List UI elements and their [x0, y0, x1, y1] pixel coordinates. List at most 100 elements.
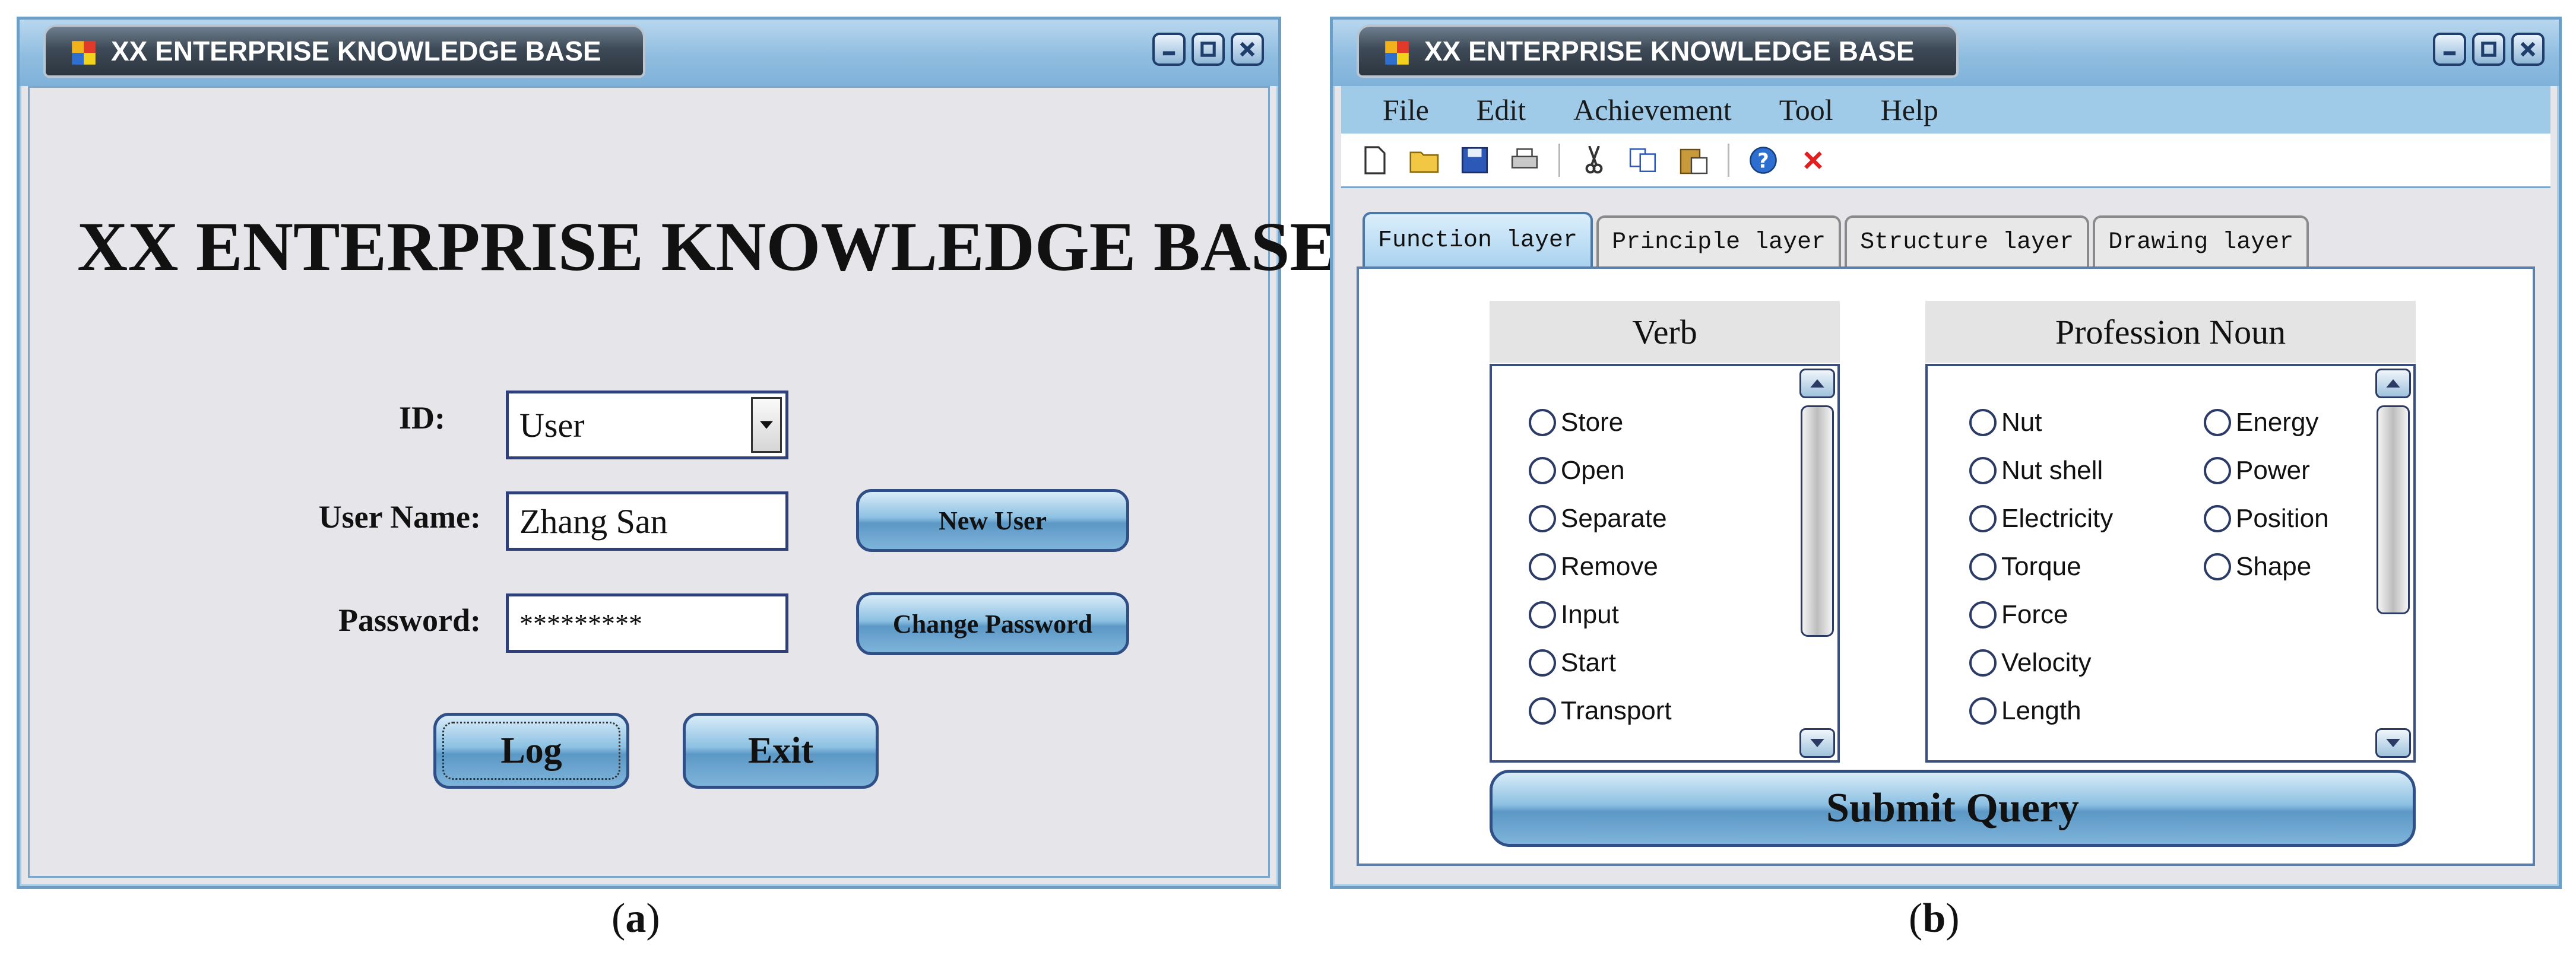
menu-file[interactable]: File	[1341, 93, 1453, 127]
radio-button[interactable]	[1969, 553, 1997, 580]
tab-drawing-layer[interactable]: Drawing layer	[2093, 215, 2309, 266]
toolbar-separator	[1728, 143, 1729, 177]
verb-option-remove[interactable]: Remove	[1529, 552, 1658, 582]
chevron-down-icon	[760, 421, 773, 429]
radio-button[interactable]	[2204, 457, 2231, 484]
radio-button[interactable]	[1529, 553, 1556, 580]
maximize-button[interactable]	[1192, 33, 1225, 66]
close-button[interactable]	[1231, 33, 1264, 66]
verb-scrollbar[interactable]	[1799, 369, 1835, 758]
window-title: XX ENTERPRISE KNOWLEDGE BASE	[111, 36, 601, 66]
id-select-value: User	[519, 405, 585, 445]
noun-option-position[interactable]: Position	[2204, 504, 2329, 534]
tab-function-layer[interactable]: Function layer	[1363, 212, 1593, 266]
help-icon[interactable]: ?	[1747, 144, 1779, 176]
scroll-up-button[interactable]	[2375, 369, 2411, 398]
paste-icon[interactable]	[1678, 144, 1710, 176]
toolbar-separator	[1558, 143, 1560, 177]
maximize-button[interactable]	[2472, 33, 2505, 66]
menu-help[interactable]: Help	[1857, 93, 1962, 127]
noun-option-electricity[interactable]: Electricity	[1969, 504, 2113, 534]
verb-option-separate[interactable]: Separate	[1529, 504, 1667, 534]
radio-button[interactable]	[1969, 505, 1997, 532]
radio-button[interactable]	[2204, 553, 2231, 580]
page-title: XX ENTERPRISE KNOWLEDGE BASE	[77, 208, 1337, 285]
verb-option-label: Open	[1561, 456, 1625, 485]
noun-scrollbar[interactable]	[2375, 369, 2411, 758]
noun-option-label: Position	[2236, 504, 2329, 533]
scroll-down-button[interactable]	[1799, 728, 1835, 758]
noun-option-length[interactable]: Length	[1969, 696, 2081, 726]
profession-noun-header: Profession Noun	[1925, 301, 2416, 363]
change-password-button[interactable]: Change Password	[856, 592, 1129, 655]
cut-icon[interactable]	[1578, 144, 1610, 176]
svg-text:?: ?	[1757, 149, 1769, 172]
verb-option-start[interactable]: Start	[1529, 648, 1616, 678]
verb-option-transport[interactable]: Transport	[1529, 696, 1672, 726]
profession-noun-list: Nut Nut shell Electricity Torque Force Veloci…	[1925, 364, 2416, 763]
radio-button[interactable]	[1969, 697, 1997, 725]
radio-button[interactable]	[1529, 601, 1556, 628]
radio-button[interactable]	[1969, 457, 1997, 484]
verb-option-store[interactable]: Store	[1529, 408, 1623, 437]
menu-tool[interactable]: Tool	[1756, 93, 1857, 127]
radio-button[interactable]	[1969, 601, 1997, 628]
noun-option-label: Velocity	[2001, 648, 2092, 677]
app-icon	[72, 41, 96, 65]
noun-option-force[interactable]: Force	[1969, 600, 2068, 630]
new-icon[interactable]	[1359, 144, 1391, 176]
radio-button[interactable]	[1969, 409, 1997, 436]
radio-button[interactable]	[2204, 409, 2231, 436]
radio-button[interactable]	[2204, 505, 2231, 532]
noun-option-torque[interactable]: Torque	[1969, 552, 2081, 582]
verb-option-open[interactable]: Open	[1529, 456, 1625, 485]
radio-button[interactable]	[1529, 649, 1556, 677]
verb-option-label: Store	[1561, 408, 1624, 437]
scroll-thumb[interactable]	[2377, 405, 2410, 614]
tab-principle-layer[interactable]: Principle layer	[1596, 215, 1842, 266]
app-icon	[1385, 41, 1409, 65]
noun-option-nut-shell[interactable]: Nut shell	[1969, 456, 2103, 485]
verb-list: Store Open Separate Remove Input Start Transpo…	[1490, 364, 1840, 763]
noun-option-nut[interactable]: Nut	[1969, 408, 2042, 437]
scroll-thumb[interactable]	[1801, 405, 1834, 637]
password-input[interactable]: *********	[506, 593, 788, 653]
verb-option-input[interactable]: Input	[1529, 600, 1619, 630]
radio-button[interactable]	[1529, 457, 1556, 484]
verb-option-label: Remove	[1561, 552, 1658, 581]
open-icon[interactable]	[1409, 144, 1441, 176]
log-button[interactable]: Log	[433, 713, 629, 789]
close-button[interactable]	[2511, 33, 2545, 66]
noun-option-power[interactable]: Power	[2204, 456, 2310, 485]
save-icon[interactable]	[1459, 144, 1491, 176]
dropdown-button[interactable]	[751, 397, 782, 453]
title-bar[interactable]: XX ENTERPRISE KNOWLEDGE BASE	[20, 20, 1278, 86]
scroll-down-button[interactable]	[2375, 728, 2411, 758]
radio-button[interactable]	[1529, 505, 1556, 532]
caption-a-letter: a	[625, 896, 647, 941]
menu-edit[interactable]: Edit	[1453, 93, 1550, 127]
minimize-button[interactable]	[1152, 33, 1186, 66]
scroll-up-button[interactable]	[1799, 369, 1835, 398]
maximize-icon	[1200, 42, 1216, 57]
submit-query-button[interactable]: Submit Query	[1490, 770, 2416, 847]
title-tab: XX ENTERPRISE KNOWLEDGE BASE	[1357, 24, 1959, 78]
noun-option-velocity[interactable]: Velocity	[1969, 648, 2092, 678]
title-bar[interactable]: XX ENTERPRISE KNOWLEDGE BASE	[1333, 20, 2559, 86]
id-select[interactable]: User	[506, 391, 788, 459]
menu-achievement[interactable]: Achievement	[1550, 93, 1756, 127]
noun-option-energy[interactable]: Energy	[2204, 408, 2318, 437]
print-icon[interactable]	[1509, 144, 1541, 176]
delete-icon[interactable]	[1797, 144, 1829, 176]
radio-button[interactable]	[1529, 697, 1556, 725]
radio-button[interactable]	[1969, 649, 1997, 677]
tab-structure-layer[interactable]: Structure layer	[1845, 215, 2090, 266]
radio-button[interactable]	[1529, 409, 1556, 436]
new-user-button[interactable]: New User	[856, 489, 1129, 552]
exit-button[interactable]: Exit	[683, 713, 879, 789]
login-window: XX ENTERPRISE KNOWLEDGE BASE XX ENTERPRI…	[17, 17, 1336, 889]
minimize-button[interactable]	[2433, 33, 2466, 66]
copy-icon[interactable]	[1628, 144, 1660, 176]
noun-option-shape[interactable]: Shape	[2204, 552, 2311, 582]
username-input[interactable]: Zhang San	[506, 491, 788, 551]
